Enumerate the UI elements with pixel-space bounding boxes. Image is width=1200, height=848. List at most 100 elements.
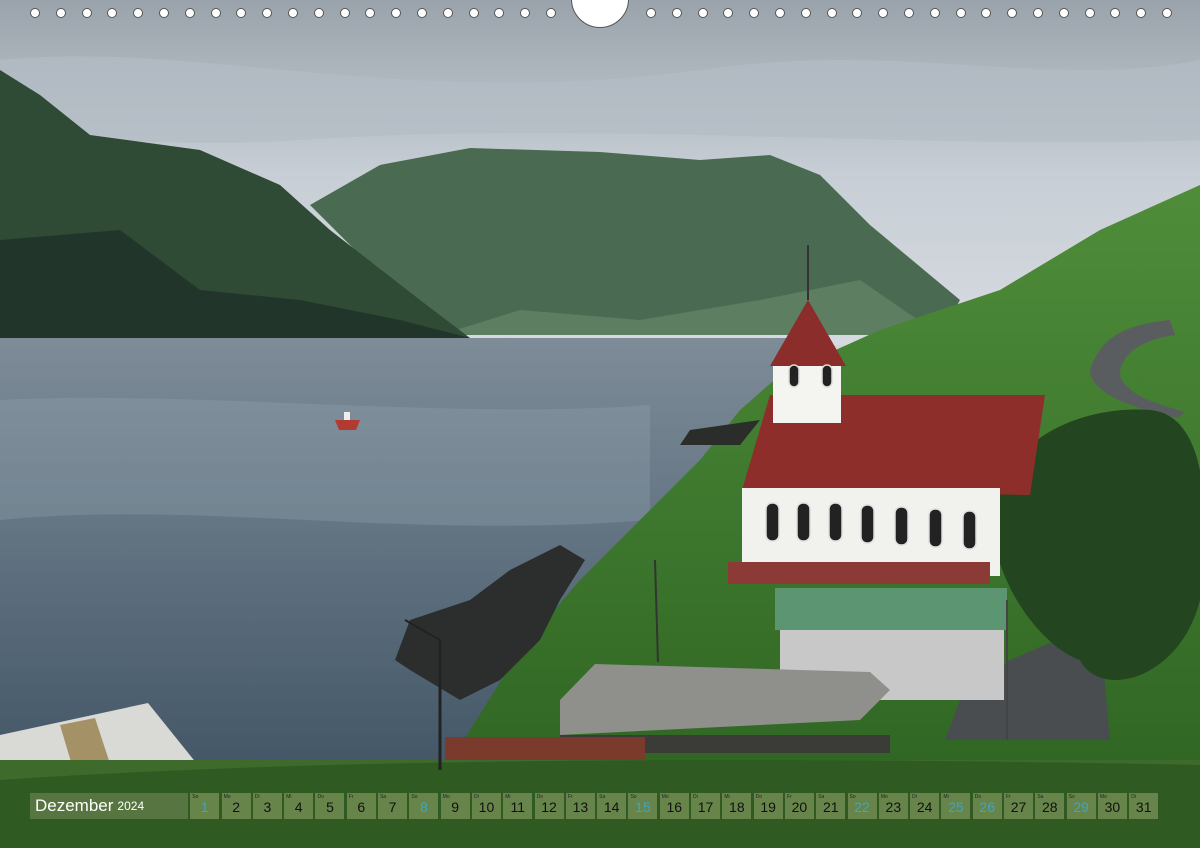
calendar-day: So 22 — [847, 793, 877, 819]
day-number: 25 — [948, 799, 964, 815]
calendar-day: Di 17 — [691, 793, 721, 819]
calendar-day: Mi 4 — [284, 793, 314, 819]
calendar-day: Fr 6 — [346, 793, 376, 819]
day-number: 19 — [760, 799, 776, 815]
calendar-bar: Dezember 2024 So 1 Mo 2 Di 3 Mi 4 Do 5 Fr 6 Sa 7 So 8 Mo… — [30, 792, 1159, 820]
calendar-day: Di 10 — [471, 793, 501, 819]
calendar-day: Mo 2 — [221, 793, 251, 819]
day-number: 21 — [822, 799, 839, 815]
day-number: 14 — [603, 799, 620, 815]
day-number: 11 — [510, 799, 526, 815]
binding-hole — [852, 8, 862, 18]
binding-hole — [314, 8, 324, 18]
binding-hole — [672, 8, 682, 18]
day-number: 8 — [419, 799, 428, 815]
day-number: 26 — [979, 799, 995, 815]
calendar-day: Fr 27 — [1004, 793, 1034, 819]
calendar-day: So 15 — [628, 793, 658, 819]
day-number: 16 — [666, 799, 683, 815]
year-label: 2024 — [117, 799, 145, 813]
binding-hole — [236, 8, 246, 18]
calendar-day: Fr 20 — [784, 793, 814, 819]
binding-hole — [288, 8, 298, 18]
binding-hole — [107, 8, 117, 18]
calendar-day: So 1 — [190, 793, 220, 819]
binding-hole — [1110, 8, 1120, 18]
binding-hole — [56, 8, 66, 18]
binding-hole — [30, 8, 40, 18]
calendar-day: Di 3 — [252, 793, 282, 819]
day-number: 15 — [635, 799, 651, 815]
month-label: Dezember 2024 — [30, 793, 188, 819]
calendar-day: Mi 11 — [503, 793, 533, 819]
calendar-day: Mo 30 — [1097, 793, 1127, 819]
calendar-day: Di 24 — [910, 793, 940, 819]
binding-hole — [1007, 8, 1017, 18]
day-number: 27 — [1010, 799, 1027, 815]
calendar-day: Sa 14 — [597, 793, 627, 819]
day-number: 10 — [478, 799, 495, 815]
calendar-day: Mi 25 — [941, 793, 971, 819]
day-number: 3 — [263, 799, 272, 815]
calendar-day: Mo 9 — [440, 793, 470, 819]
binding-hole — [211, 8, 221, 18]
binding-hole — [1136, 8, 1146, 18]
landscape-photo — [0, 0, 1200, 848]
binding-hole — [1059, 8, 1069, 18]
day-number: 12 — [541, 799, 557, 815]
day-number: 5 — [326, 799, 334, 815]
green-roof-building — [775, 588, 1007, 630]
month-name: Dezember — [35, 796, 114, 815]
day-number: 31 — [1135, 799, 1152, 815]
day-number: 1 — [200, 799, 209, 815]
binding-hole — [365, 8, 375, 18]
calendar-day: So 8 — [409, 793, 439, 819]
calendar-day: Fr 13 — [565, 793, 595, 819]
day-number: 4 — [294, 799, 303, 815]
binding-hole — [827, 8, 837, 18]
calendar-day: Mo 23 — [878, 793, 908, 819]
calendar-day: Mo 16 — [659, 793, 689, 819]
binding-hole — [443, 8, 453, 18]
day-number: 2 — [232, 799, 240, 815]
binding-hole — [1162, 8, 1172, 18]
calendar-day: Sa 7 — [378, 793, 408, 819]
binding-hole — [956, 8, 966, 18]
binding-hole — [159, 8, 169, 18]
binding-hole — [646, 8, 656, 18]
binding-hole — [417, 8, 427, 18]
day-number: 18 — [729, 799, 745, 815]
binding-hole — [930, 8, 940, 18]
binding-hole — [391, 8, 401, 18]
calendar-day: Mi 18 — [722, 793, 752, 819]
day-number: 13 — [572, 799, 589, 815]
binding-hole — [775, 8, 785, 18]
day-number: 6 — [357, 799, 366, 815]
calendar-day: So 29 — [1066, 793, 1096, 819]
calendar-day: Di 31 — [1129, 793, 1159, 819]
day-number: 24 — [916, 799, 933, 815]
binding-hole — [262, 8, 272, 18]
calendar-day: Do 19 — [753, 793, 783, 819]
day-number: 17 — [697, 799, 714, 815]
day-number: 22 — [854, 799, 870, 815]
binding-hole — [1085, 8, 1095, 18]
day-number: 23 — [885, 799, 902, 815]
binding-hole — [340, 8, 350, 18]
binding-hole — [82, 8, 92, 18]
binding-hole — [469, 8, 479, 18]
binding-hole — [546, 8, 556, 18]
day-number: 7 — [388, 799, 397, 815]
binding-hole — [133, 8, 143, 18]
binding-hole — [185, 8, 195, 18]
calendar-day: Sa 21 — [816, 793, 846, 819]
calendar-day: Sa 28 — [1035, 793, 1065, 819]
binding-hole — [749, 8, 759, 18]
binding-hole — [494, 8, 504, 18]
day-number: 20 — [791, 799, 808, 815]
binding-hole — [904, 8, 914, 18]
day-number: 30 — [1104, 799, 1121, 815]
calendar-day: Do 26 — [972, 793, 1002, 819]
calendar-day: Do 5 — [315, 793, 345, 819]
day-number: 29 — [1073, 799, 1089, 815]
